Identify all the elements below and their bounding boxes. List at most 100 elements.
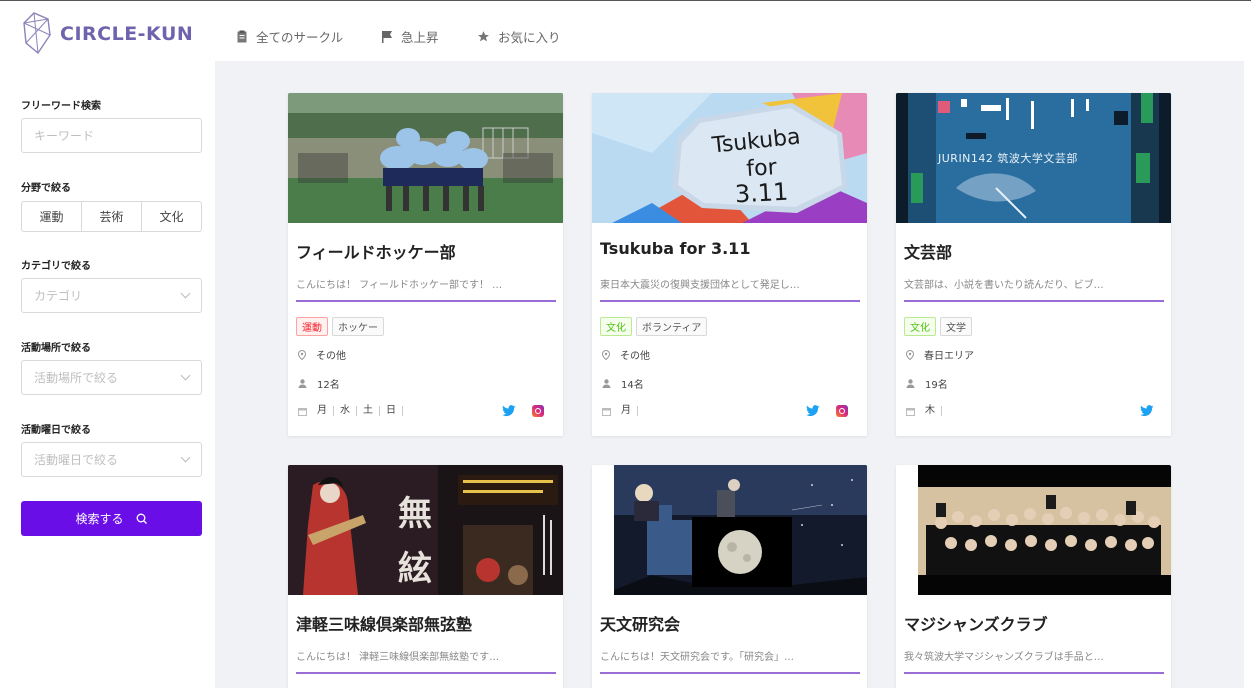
instagram-icon[interactable] [532, 405, 544, 417]
user-icon [298, 379, 307, 388]
place-row: その他 [602, 347, 650, 362]
card-title[interactable]: 天文研究会 [600, 611, 680, 635]
members-text: 19名 [925, 380, 948, 391]
circle-list: フィールドホッケー部 こんにちは！ フィールドホッケー部です！ … 運動 ホッケ… [215, 61, 1244, 688]
category-select[interactable]: カテゴリ [21, 278, 202, 313]
place-select[interactable]: 活動場所で絞る [21, 360, 202, 395]
circle-card[interactable]: フィールドホッケー部 こんにちは！ フィールドホッケー部です！ … 運動 ホッケ… [288, 93, 563, 436]
divider [904, 672, 1164, 674]
flag-icon [382, 31, 392, 43]
tag[interactable]: 文学 [940, 317, 972, 336]
nav-favorites[interactable]: お気に入り [477, 27, 561, 46]
tag-list: 文化 ボランティア [600, 317, 708, 336]
user-icon [602, 379, 611, 388]
tag[interactable]: 文化 [600, 317, 632, 336]
card-description: こんにちは！ フィールドホッケー部です！ … [296, 280, 503, 291]
header: CIRCLE-KUN 全てのサークル 急上昇 お気に入り [0, 1, 1251, 61]
card-description: 東日本大震災の復興支援団体として発足し… [600, 280, 800, 291]
card-description: こんにちは！天文研究会です。「研究会」… [600, 652, 794, 663]
chevron-down-icon [180, 288, 191, 299]
weekday-placeholder: 活動曜日で絞る [34, 453, 119, 467]
divider [904, 300, 1164, 302]
field-option-arts[interactable]: 芸術 [81, 202, 141, 231]
place-placeholder: 活動場所で絞る [34, 371, 119, 385]
weekday: 月 [317, 406, 334, 416]
search-button-label: 検索する [75, 512, 124, 526]
field-filter-label: 分野で絞る [21, 183, 71, 194]
twitter-icon[interactable] [502, 405, 516, 417]
tag-list: 運動 ホッケー [296, 317, 384, 336]
scrollbar-gutter [1244, 61, 1251, 688]
circle-card[interactable]: 無絃 津軽三味線倶楽部無弦塾 こんにちは！ 津軽三味線倶楽部無絃塾です… [288, 465, 563, 688]
card-image [592, 465, 867, 595]
instagram-icon[interactable] [836, 405, 848, 417]
clipboard-icon [237, 30, 247, 43]
weekday-select[interactable]: 活動曜日で絞る [21, 442, 202, 477]
social-links [806, 405, 848, 417]
field-option-sports[interactable]: 運動 [22, 202, 81, 231]
weekday: 木 [925, 406, 942, 416]
card-image: Tsukuba for 3.11 [592, 93, 867, 223]
weekday-list: 月 水 土 日 [317, 406, 403, 416]
members-row: 14名 [602, 376, 644, 391]
chevron-down-icon [180, 370, 191, 381]
weekday: 土 [357, 406, 380, 416]
nav-all-circles[interactable]: 全てのサークル [236, 27, 343, 46]
members-row: 19名 [906, 376, 948, 391]
tag[interactable]: ボランティア [636, 317, 708, 336]
card-title[interactable]: マジシャンズクラブ [904, 611, 1048, 635]
circle-card[interactable]: 天文研究会 こんにちは！天文研究会です。「研究会」… [592, 465, 867, 688]
members-text: 14名 [621, 380, 644, 391]
calendar-icon [906, 407, 915, 416]
nav-trending[interactable]: 急上昇 [381, 27, 439, 46]
svg-text:絃: 絃 [398, 549, 432, 589]
search-icon [136, 513, 147, 524]
weekday: 日 [380, 406, 403, 416]
card-description: 我々筑波大学マジシャンズクラブは手品と… [904, 652, 1104, 663]
card-image [896, 465, 1171, 595]
divider [600, 672, 860, 674]
circle-card[interactable]: Tsukuba for 3.11 Tsukuba for 3.11 東日本大震災… [592, 93, 867, 436]
location-pin-icon [602, 349, 610, 360]
card-image [288, 93, 563, 223]
location-pin-icon [906, 349, 914, 360]
weekday-row: 月 [602, 406, 638, 416]
app-name[interactable]: CIRCLE-KUN [60, 23, 193, 45]
tag[interactable]: 運動 [296, 317, 328, 336]
svg-text:無: 無 [398, 494, 432, 534]
members-text: 12名 [317, 380, 340, 391]
image-text: JURIN142 筑波大学文芸部 [937, 151, 1078, 165]
category-filter-label: カテゴリで絞る [21, 261, 91, 272]
place-row: 春日エリア [906, 347, 974, 362]
tag-list: 文化 文学 [904, 317, 972, 336]
search-button[interactable]: 検索する [21, 501, 202, 536]
tag[interactable]: 文化 [904, 317, 936, 336]
logo-icon[interactable] [20, 9, 52, 57]
social-links [1140, 405, 1154, 417]
circle-card[interactable]: マジシャンズクラブ 我々筑波大学マジシャンズクラブは手品と… [896, 465, 1171, 688]
twitter-icon[interactable] [1140, 405, 1154, 417]
circle-card[interactable]: JURIN142 筑波大学文芸部 文芸部 文芸部は、小説を書いたり読んだり、ビブ… [896, 93, 1171, 436]
user-icon [906, 379, 915, 388]
nav-label: 全てのサークル [256, 30, 344, 45]
card-title[interactable]: 文芸部 [904, 239, 952, 263]
twitter-icon[interactable] [806, 405, 820, 417]
category-placeholder: カテゴリ [34, 289, 83, 303]
card-description: こんにちは！ 津軽三味線倶楽部無絃塾です… [296, 652, 500, 663]
filter-sidebar: フリーワード検索 キーワード 分野で絞る 運動 芸術 文化 カテゴリで絞る カテ… [0, 61, 215, 688]
card-title[interactable]: フィールドホッケー部 [296, 239, 456, 263]
card-title[interactable]: Tsukuba for 3.11 [600, 239, 750, 258]
tag[interactable]: ホッケー [332, 317, 384, 336]
members-row: 12名 [298, 376, 340, 391]
card-title[interactable]: 津軽三味線倶楽部無弦塾 [296, 611, 472, 635]
field-option-culture[interactable]: 文化 [141, 202, 201, 231]
calendar-icon [298, 407, 307, 416]
weekday: 水 [334, 406, 357, 416]
weekday: 月 [621, 406, 638, 416]
keyword-input[interactable]: キーワード [21, 118, 202, 153]
place-row: その他 [298, 347, 346, 362]
place-text: その他 [620, 351, 650, 362]
image-text: 3.11 [734, 178, 789, 209]
place-text: その他 [316, 351, 346, 362]
place-text: 春日エリア [924, 351, 974, 362]
